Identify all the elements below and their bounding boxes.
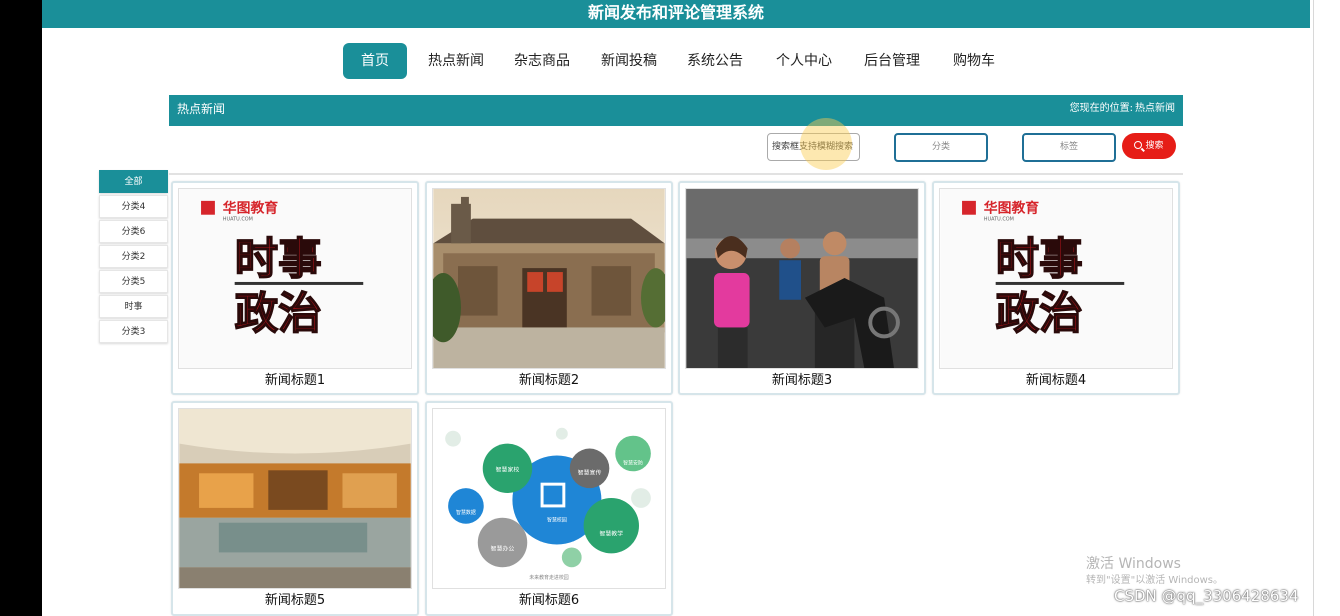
news-title[interactable]: 新闻标题6 <box>427 592 671 610</box>
news-card[interactable]: 华图教育 HUATU.COM 时事 政治 新闻标题1 <box>171 181 419 395</box>
poster-line2: 政治 <box>235 289 322 339</box>
category-item[interactable]: 分类5 <box>99 270 168 293</box>
nav-admin[interactable]: 后台管理 <box>857 43 927 79</box>
app-title: 新闻发布和评论管理系统 <box>587 3 764 22</box>
breadcrumb: 您现在的位置: 热点新闻 <box>1070 95 1175 123</box>
search-button-label: 搜索 <box>1145 141 1164 151</box>
breadcrumb-current[interactable]: 热点新闻 <box>1135 103 1175 114</box>
poster-brand-url: HUATU.COM <box>223 217 253 223</box>
news-thumbnail-house[interactable] <box>432 188 666 369</box>
category-item[interactable]: 分类3 <box>99 320 168 343</box>
gym-photo <box>686 189 918 368</box>
politics-poster-image: 华图教育 HUATU.COM 时事 政治 <box>940 189 1172 368</box>
news-title[interactable]: 新闻标题4 <box>934 372 1178 390</box>
news-title[interactable]: 新闻标题2 <box>427 372 671 390</box>
poster-line1: 时事 <box>235 235 322 285</box>
bubble-publicity: 智慧宣传 <box>578 468 602 476</box>
news-card[interactable]: 智慧校园 智慧家校 智慧宣传 智慧安防 智慧教学 智慧办公 智慧数据 未来教育走… <box>425 401 673 616</box>
restaurant-photo <box>179 409 411 588</box>
csdn-watermark: CSDN @qq_3306428634 <box>1114 587 1299 605</box>
diagram-footer: 未来教育走进校园 <box>529 574 569 581</box>
news-title[interactable]: 新闻标题1 <box>173 372 417 390</box>
news-title[interactable]: 新闻标题5 <box>173 592 417 610</box>
news-card[interactable]: 新闻标题3 <box>678 181 926 395</box>
bubble-home-school: 智慧家校 <box>496 465 520 473</box>
bubble-data: 智慧数据 <box>456 509 476 516</box>
nav-magazine-goods[interactable]: 杂志商品 <box>507 43 577 79</box>
news-thumbnail-politics[interactable]: 华图教育 HUATU.COM 时事 政治 <box>178 188 412 369</box>
nav-announcements[interactable]: 系统公告 <box>680 43 750 79</box>
category-item[interactable]: 分类6 <box>99 220 168 243</box>
politics-poster-image: 华图教育 HUATU.COM 时事 政治 <box>179 189 411 368</box>
smart-campus-diagram: 智慧校园 智慧家校 智慧宣传 智慧安防 智慧教学 智慧办公 智慧数据 未来教育走… <box>433 409 665 588</box>
news-thumbnail-smart-campus[interactable]: 智慧校园 智慧家校 智慧宣传 智慧安防 智慧教学 智慧办公 智慧数据 未来教育走… <box>432 408 666 589</box>
category-item[interactable]: 时事 <box>99 295 168 318</box>
tag-filter[interactable]: 标签 <box>1022 133 1116 162</box>
news-thumbnail-gym[interactable] <box>685 188 919 369</box>
bubble-teaching: 智慧教学 <box>599 530 623 538</box>
category-filter[interactable]: 分类 <box>894 133 988 162</box>
section-title: 热点新闻 <box>177 102 226 116</box>
nav-user-center[interactable]: 个人中心 <box>769 43 839 79</box>
poster-brand-url: HUATU.COM <box>984 217 1014 223</box>
search-icon <box>1134 141 1143 149</box>
news-thumbnail-restaurant[interactable] <box>178 408 412 589</box>
app-title-bar: 新闻发布和评论管理系统 <box>42 0 1310 28</box>
category-item[interactable]: 分类4 <box>99 195 168 218</box>
main-nav: 首页 热点新闻 杂志商品 新闻投稿 系统公告 个人中心 后台管理 购物车 <box>42 43 1310 79</box>
mouse-cursor-highlight <box>800 118 852 170</box>
poster-brand: 华图教育 <box>223 200 278 217</box>
poster-brand: 华图教育 <box>984 200 1039 217</box>
news-title[interactable]: 新闻标题3 <box>680 372 924 390</box>
bubble-office: 智慧办公 <box>491 544 515 552</box>
bubble-security: 智慧安防 <box>623 459 643 466</box>
nav-hot-news[interactable]: 热点新闻 <box>421 43 491 79</box>
news-thumbnail-politics[interactable]: 华图教育 HUATU.COM 时事 政治 <box>939 188 1173 369</box>
nav-home[interactable]: 首页 <box>343 43 407 79</box>
windows-activation-title: 激活 Windows <box>1086 556 1181 572</box>
windows-activation-hint: 转到"设置"以激活 Windows。 <box>1086 575 1224 586</box>
section-header: 热点新闻 您现在的位置: 热点新闻 <box>169 95 1183 126</box>
news-card[interactable]: 新闻标题5 <box>171 401 419 616</box>
nav-cart[interactable]: 购物车 <box>940 43 1008 79</box>
bubble-smart-campus: 智慧校园 <box>547 517 567 524</box>
app-page: 新闻发布和评论管理系统 首页 热点新闻 杂志商品 新闻投稿 系统公告 个人中心 … <box>42 0 1310 616</box>
category-all[interactable]: 全部 <box>99 170 168 193</box>
news-card[interactable]: 华图教育 HUATU.COM 时事 政治 新闻标题4 <box>932 181 1180 395</box>
nav-news-submission[interactable]: 新闻投稿 <box>594 43 664 79</box>
poster-line1: 时事 <box>996 235 1083 285</box>
category-item[interactable]: 分类2 <box>99 245 168 268</box>
divider <box>169 173 1183 175</box>
category-sidebar: 全部 分类4 分类6 分类2 分类5 时事 分类3 <box>99 170 168 345</box>
breadcrumb-prefix: 您现在的位置: <box>1069 103 1133 114</box>
scrollbar-track[interactable] <box>1310 0 1340 616</box>
news-card[interactable]: 新闻标题2 <box>425 181 673 395</box>
search-button[interactable]: 搜索 <box>1122 133 1176 159</box>
old-house-photo <box>433 189 665 368</box>
poster-line2: 政治 <box>996 289 1083 339</box>
